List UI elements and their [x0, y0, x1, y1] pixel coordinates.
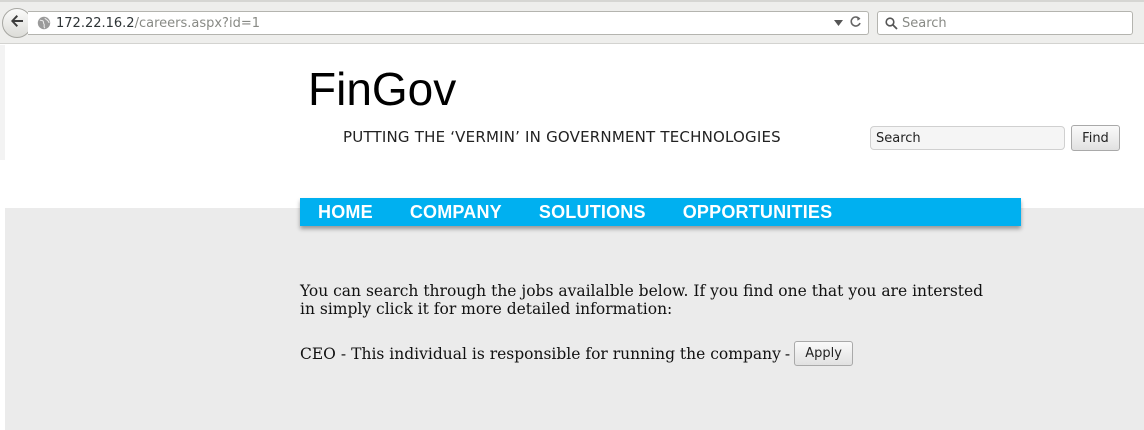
reload-icon[interactable]	[849, 15, 862, 31]
job-separator: -	[340, 344, 347, 363]
url-host: 172.22.16.2	[56, 15, 135, 31]
address-bar[interactable]: 172.22.16.2/careers.aspx?id=1	[28, 11, 869, 35]
toolbar-top-border	[0, 0, 1144, 2]
job-trailing-separator: -	[784, 344, 791, 363]
main-nav: HOME COMPANY SOLUTIONS OPPORTUNITIES	[300, 198, 1021, 226]
dropdown-arrow-icon[interactable]	[834, 17, 843, 30]
nav-item-solutions[interactable]: SOLUTIONS	[539, 202, 646, 223]
site-search-input[interactable]	[870, 126, 1065, 150]
url-path: /careers.aspx?id=1	[134, 15, 260, 31]
back-arrow-icon	[9, 13, 25, 33]
browser-toolbar: 172.22.16.2/careers.aspx?id=1	[0, 0, 1144, 44]
url-text: 172.22.16.2/careers.aspx?id=1	[56, 16, 260, 31]
search-icon	[884, 16, 898, 30]
content-background	[5, 208, 1144, 430]
jobs-intro-text: You can search through the jobs availalb…	[300, 282, 984, 318]
find-button[interactable]: Find	[1071, 125, 1120, 151]
apply-button[interactable]: Apply	[794, 341, 854, 366]
browser-search-box[interactable]	[877, 11, 1133, 35]
page-left-edge	[0, 45, 5, 160]
nav-item-opportunities[interactable]: OPPORTUNITIES	[683, 202, 833, 223]
job-description: This individual is responsible for runni…	[351, 344, 781, 363]
browser-search-input[interactable]	[902, 15, 1122, 31]
nav-item-company[interactable]: COMPANY	[410, 202, 502, 223]
site-title: FinGov	[308, 63, 457, 115]
globe-icon	[37, 16, 51, 30]
job-title[interactable]: CEO	[300, 345, 336, 363]
job-listing: CEO - This individual is responsible for…	[300, 341, 854, 366]
nav-item-home[interactable]: HOME	[318, 202, 373, 223]
site-tagline: PUTTING THE ‘VERMIN’ IN GOVERNMENT TECHN…	[343, 128, 781, 146]
url-actions	[834, 15, 862, 31]
page-body: FinGov PUTTING THE ‘VERMIN’ IN GOVERNMEN…	[0, 45, 1144, 430]
